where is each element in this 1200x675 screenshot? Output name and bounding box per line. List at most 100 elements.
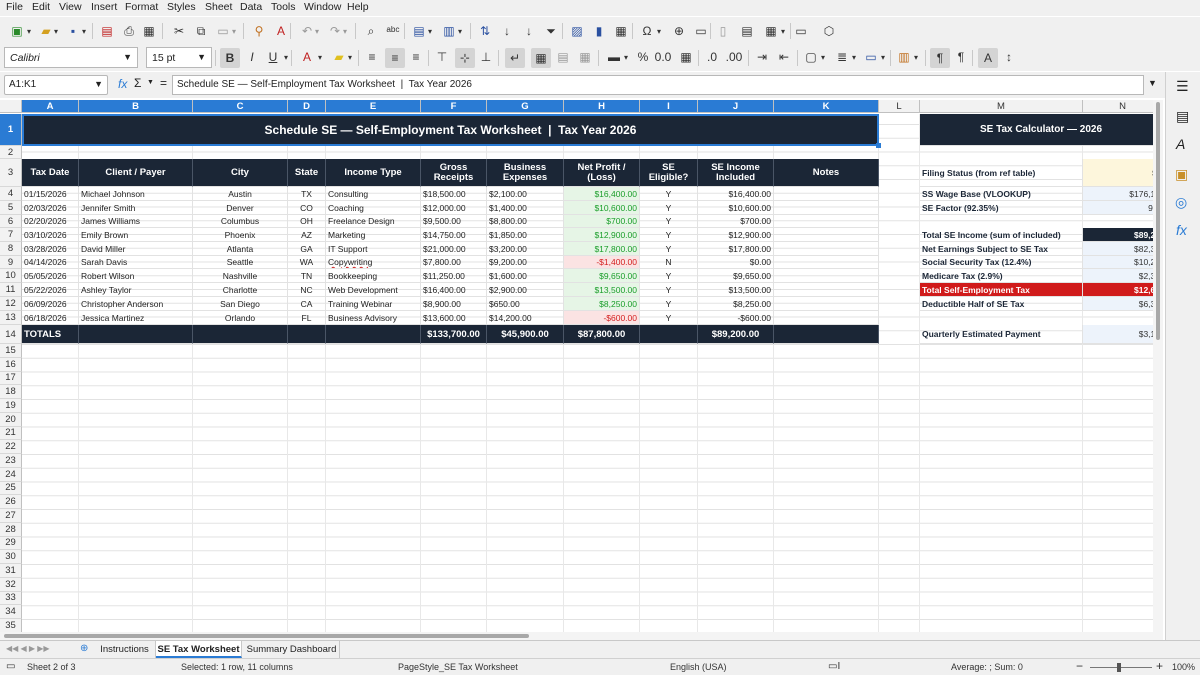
sort-icon[interactable]: ⇅ — [476, 22, 494, 40]
column-title-0[interactable]: Tax Date — [22, 159, 79, 187]
autofilter-icon[interactable]: ⏷ — [542, 22, 560, 40]
calc-value[interactable]: $176,10 — [1083, 187, 1163, 201]
align-top-icon[interactable]: ⊤ — [433, 48, 451, 66]
table-cell-city[interactable]: Denver — [193, 201, 288, 215]
row-dropdown-icon[interactable]: ▾ — [426, 22, 434, 40]
calc-value[interactable]: $89,20 — [1083, 228, 1163, 242]
decrease-indent-icon[interactable]: ⇤ — [775, 48, 793, 66]
zoom-slider-thumb[interactable] — [1117, 663, 1121, 672]
align-left-icon[interactable]: ≡ — [363, 48, 381, 66]
totals-blank[interactable] — [326, 325, 421, 344]
horizontal-scroll-thumb[interactable] — [4, 634, 529, 638]
zoom-out-icon[interactable]: − — [1076, 659, 1083, 673]
row-header-18[interactable]: 18 — [0, 385, 22, 399]
table-cell-income-type[interactable]: IT Support — [326, 242, 421, 256]
name-box[interactable]: A1:K1 ▼ — [4, 75, 108, 95]
column-header-h[interactable]: H — [564, 100, 640, 113]
delete-decimal-icon[interactable]: .00 — [725, 48, 743, 66]
highlight-dropdown-icon[interactable]: ▾ — [346, 48, 354, 66]
styles-icon[interactable]: A — [1176, 136, 1185, 152]
table-cell-notes[interactable] — [774, 256, 879, 269]
increase-indent-icon[interactable]: ⇥ — [753, 48, 771, 66]
table-cell-gross[interactable]: $21,000.00 — [421, 242, 487, 256]
table-cell-city[interactable]: Phoenix — [193, 228, 288, 242]
calc-label[interactable]: Quarterly Estimated Payment — [920, 325, 1083, 344]
row-header-30[interactable]: 30 — [0, 550, 22, 564]
table-cell-client[interactable]: James Williams — [79, 215, 193, 228]
table-cell-gross[interactable]: $18,500.00 — [421, 187, 487, 201]
row-header-22[interactable]: 22 — [0, 440, 22, 454]
row-header-34[interactable]: 34 — [0, 605, 22, 619]
table-cell-city[interactable]: San Diego — [193, 297, 288, 311]
column-header-c[interactable]: C — [193, 100, 288, 113]
table-cell-net-profit[interactable]: $700.00 — [564, 215, 640, 228]
table-cell-client[interactable]: Jennifer Smith — [79, 201, 193, 215]
table-cell-client[interactable]: Michael Johnson — [79, 187, 193, 201]
table-cell-city[interactable]: Seattle — [193, 256, 288, 269]
column-header-e[interactable]: E — [326, 100, 421, 113]
column-title-2[interactable]: City — [193, 159, 288, 187]
column-header-m[interactable]: M — [920, 100, 1083, 113]
table-cell-se-eligible[interactable]: Y — [640, 187, 698, 201]
calc-value[interactable]: $6,30 — [1083, 297, 1163, 311]
menu-styles[interactable]: Styles — [167, 1, 196, 13]
column-title-8[interactable]: SE Eligible? — [640, 159, 698, 187]
calc-title-cell[interactable]: SE Tax Calculator — 2026 — [920, 114, 1163, 146]
row-header-24[interactable]: 24 — [0, 467, 22, 482]
table-cell-se-eligible[interactable]: Y — [640, 201, 698, 215]
special-character-icon[interactable]: Ω — [638, 22, 656, 40]
column-header-n[interactable]: N — [1083, 100, 1163, 113]
comment-icon[interactable]: ▭ — [692, 22, 710, 40]
table-cell-se-eligible[interactable]: Y — [640, 228, 698, 242]
sort-descending-icon[interactable]: ↓ — [520, 22, 538, 40]
table-cell-city[interactable]: Austin — [193, 187, 288, 201]
vertical-scroll-thumb[interactable] — [1156, 102, 1160, 340]
border-color-icon[interactable]: ▭ — [862, 48, 880, 66]
merge-icon[interactable]: ▤ — [554, 48, 572, 66]
table-cell-client[interactable]: Emily Brown — [79, 228, 193, 242]
navigator-icon[interactable]: ◎ — [1175, 194, 1187, 211]
font-color-icon[interactable]: A — [298, 48, 316, 66]
column-header-j[interactable]: J — [698, 100, 774, 113]
calc-label[interactable]: Total Self-Employment Tax — [920, 283, 1083, 297]
table-cell-notes[interactable] — [774, 187, 879, 201]
totals-blank[interactable] — [640, 325, 698, 344]
totals-gross[interactable]: $133,700.00 — [421, 325, 487, 344]
table-cell-notes[interactable] — [774, 269, 879, 283]
sort-ascending-icon[interactable]: ↓ — [498, 22, 516, 40]
row-header-21[interactable]: 21 — [0, 426, 22, 441]
freeze-rows-icon[interactable]: ▦ — [762, 22, 780, 40]
table-cell-client[interactable]: Jessica Martinez — [79, 311, 193, 325]
percent-format-icon[interactable]: % — [634, 48, 652, 66]
calc-value[interactable]: $12,60 — [1083, 283, 1163, 297]
undo-dropdown-icon[interactable]: ▾ — [313, 22, 321, 40]
table-cell-income-type[interactable]: Freelance Design — [326, 215, 421, 228]
font-name-box[interactable]: Calibri ▼ — [4, 47, 138, 68]
table-cell-client[interactable]: David Miller — [79, 242, 193, 256]
table-cell-notes[interactable] — [774, 242, 879, 256]
table-cell-date[interactable]: 05/05/2026 — [22, 269, 79, 283]
redo-dropdown-icon[interactable]: ▾ — [341, 22, 349, 40]
table-cell-date[interactable]: 06/18/2026 — [22, 311, 79, 325]
table-cell-gross[interactable]: $13,600.00 — [421, 311, 487, 325]
totals-se-income[interactable]: $89,200.00 — [698, 325, 774, 344]
vertical-scrollbar[interactable] — [1153, 100, 1163, 632]
row-header-28[interactable]: 28 — [0, 522, 22, 537]
table-cell-state[interactable]: NC — [288, 283, 326, 297]
table-cell-net-profit[interactable]: $9,650.00 — [564, 269, 640, 283]
row-header-33[interactable]: 33 — [0, 591, 22, 606]
font-size-box[interactable]: 15 pt ▼ — [146, 47, 212, 68]
table-cell-se-eligible[interactable]: Y — [640, 269, 698, 283]
table-cell-expenses[interactable]: $650.00 — [487, 297, 564, 311]
table-cell-date[interactable]: 06/09/2026 — [22, 297, 79, 311]
status-pagestyle[interactable]: PageStyle_SE Tax Worksheet — [398, 662, 518, 672]
column-header-d[interactable]: D — [288, 100, 326, 113]
calc-label[interactable]: Total SE Income (sum of included) — [920, 228, 1083, 242]
table-cell-date[interactable]: 04/14/2026 — [22, 256, 79, 269]
sum-icon[interactable]: Σ — [134, 76, 141, 90]
table-cell-gross[interactable]: $16,400.00 — [421, 283, 487, 297]
first-sheet-icon[interactable]: ◀◀ ◀ ▶ ▶▶ — [6, 644, 50, 653]
column-title-1[interactable]: Client / Payer — [79, 159, 193, 187]
font-size-dropdown-icon[interactable]: ▼ — [197, 52, 206, 62]
table-cell-gross[interactable]: $14,750.00 — [421, 228, 487, 242]
